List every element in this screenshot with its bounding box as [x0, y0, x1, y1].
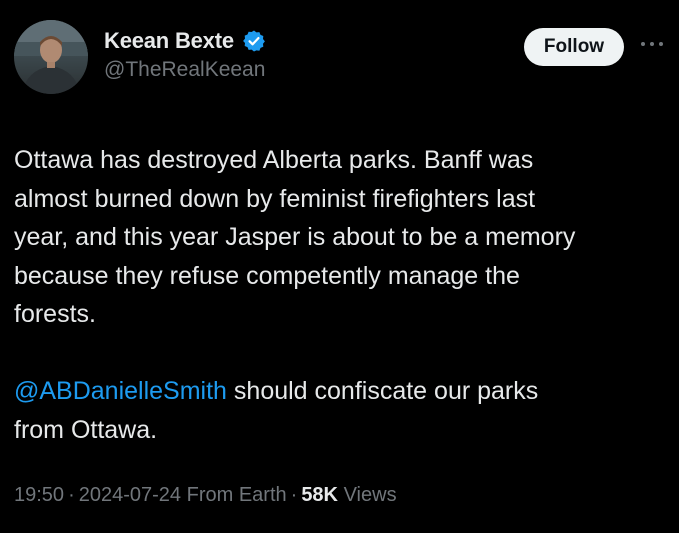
views-label: Views: [343, 484, 397, 506]
mention-link[interactable]: @ABDanielleSmith: [14, 377, 227, 405]
tweet-date[interactable]: 2024-07-24: [79, 484, 181, 506]
display-name[interactable]: Keean Bexte: [104, 28, 234, 54]
tweet-line: Ottawa has destroyed Alberta parks. Banf…: [14, 146, 534, 174]
author-names: Keean Bexte @TheRealKeean: [104, 26, 266, 82]
author-handle[interactable]: @TheRealKeean: [104, 58, 266, 82]
tweet-line: should confiscate our parks: [226, 377, 539, 405]
more-horizontal-icon: [641, 42, 663, 46]
avatar-photo-icon: [14, 20, 88, 94]
meta-separator: ·: [68, 484, 75, 506]
more-options-button[interactable]: [636, 34, 668, 54]
tweet-line: forests.: [14, 300, 96, 328]
tweet-text: Ottawa has destroyed Alberta parks. Banf…: [14, 141, 664, 449]
verified-badge-icon[interactable]: [242, 29, 266, 53]
tweet-line: almost burned down by feminist firefight…: [14, 184, 536, 213]
tweet-line: because they refuse competently manage t…: [14, 261, 520, 290]
tweet-line: from Ottawa.: [14, 415, 158, 444]
tweet-paragraph: @ABDanielleSmith should confiscate our p…: [14, 372, 664, 449]
follow-button[interactable]: Follow: [524, 28, 624, 66]
tweet-paragraph: Ottawa has destroyed Alberta parks. Banf…: [14, 141, 664, 334]
views-count: 58K: [301, 484, 339, 506]
tweet-source: From Earth: [186, 484, 287, 506]
display-name-row: Keean Bexte: [104, 26, 266, 56]
tweet-time[interactable]: 19:50: [14, 484, 64, 506]
tweet-line: year, and this year Jasper is about to b…: [14, 223, 576, 251]
avatar[interactable]: [14, 20, 88, 94]
meta-separator: ·: [290, 484, 298, 506]
tweet-header: Keean Bexte @TheRealKeean Follow: [14, 20, 665, 96]
tweet-meta: 19:50 · 2024-07-24 From Earth · 58K Views: [14, 484, 397, 507]
